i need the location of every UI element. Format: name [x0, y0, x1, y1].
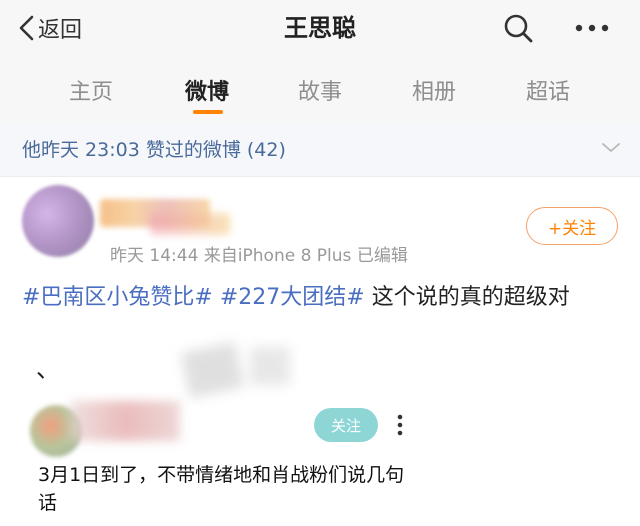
blurred-username-extra [150, 213, 230, 235]
search-icon [504, 14, 533, 43]
post-meta: 昨天 14:44 来自iPhone 8 Plus 已编辑 [110, 246, 408, 266]
weibo-post: 昨天 14:44 来自iPhone 8 Plus 已编辑 +关注 #巴南区小兔赞… [0, 177, 640, 526]
post-text-body: 这个说的真的超级对 [371, 285, 570, 310]
follow-button[interactable]: +关注 [526, 207, 618, 245]
tab-story[interactable]: 故事 [275, 74, 365, 106]
tab-weibo[interactable]: 微博 [162, 74, 252, 106]
profile-tabs: 主页 微博 故事 相册 超话 [0, 56, 640, 123]
hashtag-link[interactable]: #227大团结# [220, 285, 365, 310]
top-bar: 返回 王思聪 [0, 0, 640, 56]
active-tab-indicator [193, 110, 223, 114]
blurred-embedded-username [70, 401, 180, 441]
page-title: 王思聪 [284, 14, 356, 42]
chevron-down-icon [602, 143, 620, 152]
tab-album[interactable]: 相册 [389, 74, 479, 106]
more-vertical-icon [397, 414, 403, 436]
embedded-follow-button[interactable]: 关注 [314, 408, 378, 442]
post-text-mark: 、 [36, 355, 60, 383]
avatar[interactable] [22, 185, 94, 257]
search-button[interactable] [498, 8, 538, 48]
liked-posts-header[interactable]: 他昨天 23:03 赞过的微博 (42) [0, 122, 640, 177]
embedded-more-button[interactable] [390, 407, 410, 443]
more-button[interactable] [572, 8, 612, 48]
blurred-content [180, 341, 245, 399]
post-text: #巴南区小兔赞比# #227大团结# 这个说的真的超级对 [22, 281, 602, 315]
tab-supertopic[interactable]: 超话 [503, 74, 593, 106]
blurred-content [250, 347, 290, 385]
embedded-post-text: 3月1日到了，不带情绪地和肖战粉们说几句话 [38, 464, 405, 514]
hashtag-link[interactable]: #巴南区小兔赞比# [22, 285, 213, 310]
tab-home[interactable]: 主页 [46, 74, 136, 106]
liked-posts-text: 他昨天 23:03 赞过的微博 (42) [22, 139, 286, 161]
more-horizontal-icon [575, 24, 609, 32]
